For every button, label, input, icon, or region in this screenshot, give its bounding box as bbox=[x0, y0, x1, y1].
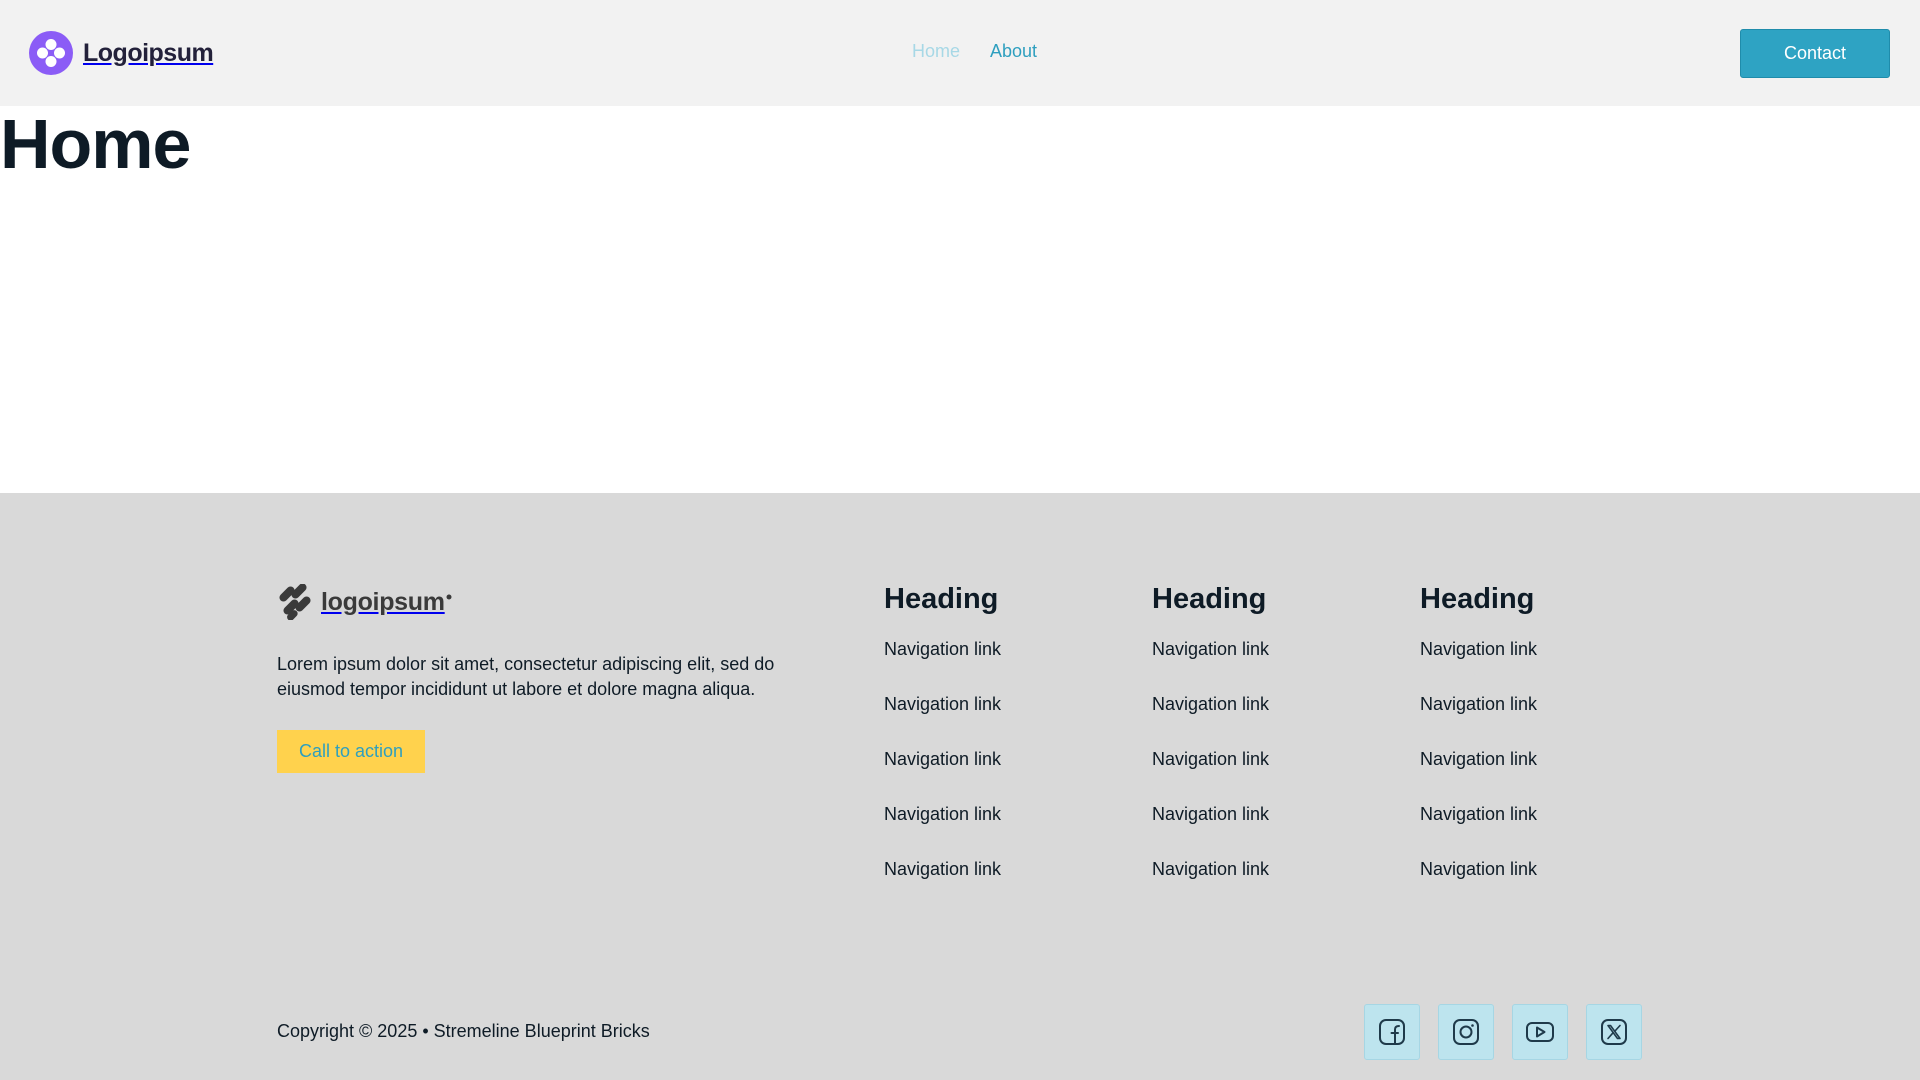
footer-nav-link[interactable]: Navigation link bbox=[1152, 804, 1269, 824]
youtube-icon bbox=[1526, 1022, 1554, 1042]
footer-nav-link[interactable]: Navigation link bbox=[1420, 694, 1537, 714]
brand-logo-link[interactable]: Logoipsum bbox=[29, 31, 214, 75]
footer-nav-link[interactable]: Navigation link bbox=[1152, 859, 1269, 879]
x-twitter-icon bbox=[1601, 1019, 1627, 1045]
footer-logo-text: logoipsum bbox=[321, 587, 445, 616]
footer-column-heading: Heading bbox=[1152, 583, 1267, 615]
facebook-link[interactable] bbox=[1364, 1004, 1420, 1060]
footer-nav-link[interactable]: Navigation link bbox=[1152, 694, 1269, 714]
site-footer: logoipsum Lorem ipsum dolor sit amet, co… bbox=[0, 493, 1920, 1080]
footer-column-heading: Heading bbox=[1420, 583, 1535, 615]
footer-nav-link[interactable]: Navigation link bbox=[1420, 804, 1537, 824]
footer-nav-link[interactable]: Navigation link bbox=[884, 694, 1001, 714]
instagram-icon bbox=[1453, 1019, 1479, 1045]
footer-nav-link[interactable]: Navigation link bbox=[884, 749, 1001, 769]
footer-nav-link[interactable]: Navigation link bbox=[1420, 749, 1537, 769]
footer-nav-link[interactable]: Navigation link bbox=[884, 804, 1001, 824]
footer-logo-link[interactable]: logoipsum bbox=[277, 584, 452, 620]
footer-nav-link[interactable]: Navigation link bbox=[1152, 639, 1269, 659]
call-to-action-button[interactable]: Call to action bbox=[277, 730, 425, 773]
social-links bbox=[1364, 1004, 1642, 1060]
page-title: Home bbox=[0, 105, 191, 183]
footer-nav-column-3: Heading Navigation link Navigation link … bbox=[1420, 583, 1537, 914]
nav-link-home[interactable]: Home bbox=[912, 41, 960, 62]
main-nav: Home About bbox=[912, 41, 1037, 62]
flower-logo-icon bbox=[29, 31, 73, 75]
footer-nav-link[interactable]: Navigation link bbox=[1420, 639, 1537, 659]
footer-description: Lorem ipsum dolor sit amet, consectetur … bbox=[277, 654, 775, 699]
footer-nav-link[interactable]: Navigation link bbox=[884, 859, 1001, 879]
pill-cluster-logo-icon bbox=[279, 584, 311, 620]
registered-dot-icon bbox=[446, 594, 452, 600]
site-header: Logoipsum Home About Contact bbox=[0, 0, 1920, 106]
youtube-link[interactable] bbox=[1512, 1004, 1568, 1060]
footer-nav-link[interactable]: Navigation link bbox=[1420, 859, 1537, 879]
footer-nav-column-2: Heading Navigation link Navigation link … bbox=[1152, 583, 1269, 914]
x-twitter-link[interactable] bbox=[1586, 1004, 1642, 1060]
copyright-text: Copyright © 2025 • Stremeline Blueprint … bbox=[277, 1021, 650, 1041]
footer-nav-link[interactable]: Navigation link bbox=[1152, 749, 1269, 769]
nav-link-about[interactable]: About bbox=[990, 41, 1037, 62]
footer-column-heading: Heading bbox=[884, 583, 999, 615]
footer-nav-column-1: Heading Navigation link Navigation link … bbox=[884, 583, 1001, 914]
contact-button[interactable]: Contact bbox=[1740, 29, 1890, 78]
footer-nav-link[interactable]: Navigation link bbox=[884, 639, 1001, 659]
brand-name: Logoipsum bbox=[83, 38, 214, 67]
instagram-link[interactable] bbox=[1438, 1004, 1494, 1060]
facebook-icon bbox=[1379, 1019, 1405, 1045]
